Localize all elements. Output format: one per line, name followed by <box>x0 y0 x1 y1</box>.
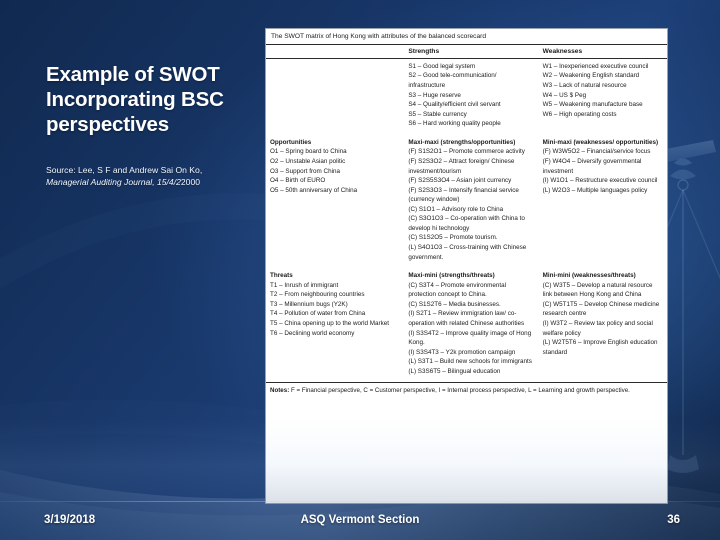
table-row: Opportunities O1 – Spring board to China… <box>266 135 667 268</box>
list-item: (F) S2S5S3O4 – Asian joint currency <box>408 177 512 185</box>
list-item: O3 – Support from China <box>270 167 341 175</box>
source-citation: Source: Lee, S F and Andrew Sai On Ko, M… <box>46 164 264 188</box>
cell-heading-mini-maxi: Mini-maxi (weaknesses/ opportunities) <box>542 138 659 146</box>
list-item: W5 – Weakening manufacture base <box>542 101 643 109</box>
list-item: W1 – Inexperienced executive council <box>542 62 649 70</box>
figure-caption: The SWOT matrix of Hong Kong with attrib… <box>266 29 667 45</box>
list-item: (C) S1S2O5 – Promote tourism. <box>408 234 498 242</box>
list-item: (L) S4O1O3 – Cross-training with Chinese… <box>408 244 527 261</box>
list-item: (F) S2S3O3 – Intensify financial service… <box>408 186 519 204</box>
source-authors: Source: Lee, S F and Andrew Sai On Ko, <box>46 165 203 175</box>
list-item: O2 – Unstable Asian politic <box>270 157 346 165</box>
list-item: (C) S3T4 – Promote environmental protect… <box>408 281 506 299</box>
list-item: (C) S3O1O3 – Co-operation with China to … <box>408 215 525 232</box>
title-block: Example of SWOT Incorporating BSC perspe… <box>46 62 264 188</box>
list-item: (C) S1S2T6 – Media businesses. <box>408 300 501 308</box>
list-item: S6 – Hard working quality people <box>408 120 501 128</box>
list-item: (L) S3T1 – Build new schools for immigra… <box>408 358 532 366</box>
list-item: (I) W3T2 – Review tax policy and social … <box>542 319 653 337</box>
cell-mini-mini: Mini-mini (weaknesses/threats) (C) W3T5 … <box>539 268 667 382</box>
list-item: T5 – China opening up to the world Marke… <box>270 319 390 327</box>
list-item: S1 – Good legal system <box>408 62 476 70</box>
column-header-blank <box>266 44 405 59</box>
cell-weaknesses-list: W1 – Inexperienced executive council W2 … <box>539 58 667 134</box>
figure-notes-text: F = Financial perspective, C = Customer … <box>289 387 630 395</box>
list-item: (C) S1O1 – Advisory role to China <box>408 205 504 213</box>
slide-footer: 3/19/2018 ASQ Vermont Section 36 <box>0 507 720 533</box>
figure-notes: Notes: F = Financial perspective, C = Cu… <box>266 382 667 400</box>
list-item: T4 – Pollution of water from China <box>270 310 366 318</box>
list-item: (F) W3W5O2 – Financial/service focus <box>542 148 651 156</box>
cell-heading-maxi-mini: Maxi-mini (strengths/threats) <box>408 272 495 280</box>
figure-notes-label: Notes: <box>270 387 290 395</box>
column-header-strengths: Strengths <box>404 44 539 59</box>
list-item: (F) S2S3O2 – Attract foreign/ Chinese in… <box>408 157 515 175</box>
cell-strengths-list: S1 – Good legal system S2 – Good tele-co… <box>404 58 538 134</box>
cell-heading-mini-mini: Mini-mini (weaknesses/threats) <box>542 272 636 280</box>
list-item: T6 – Declining world economy <box>270 329 355 337</box>
list-item: O5 – 50th anniversary of China <box>270 186 358 194</box>
list-item: (L) S3S6T5 – Bilingual education <box>408 367 501 375</box>
swot-table: Strengths Weaknesses S1 – Good legal sys… <box>266 44 667 382</box>
column-header-weaknesses: Weaknesses <box>538 44 667 59</box>
list-item: (I) W1O1 – Restructure executive council <box>542 177 658 185</box>
list-item: O1 – Spring board to China <box>270 148 347 156</box>
footer-date: 3/19/2018 <box>44 514 96 526</box>
list-item: W2 – Weakening English standard <box>542 72 640 80</box>
slide-number: 36 <box>667 514 680 526</box>
table-row: Threats T1 – Inrush of immigrant T2 – Fr… <box>266 268 667 382</box>
list-item: W6 – High operating costs <box>542 110 617 118</box>
list-item: (F) W4O4 – Diversify governmental invest… <box>542 157 642 175</box>
list-item: T2 – From neighbouring countries <box>270 291 365 299</box>
list-item: (F) S1S2O1 – Promote commerce activity <box>408 148 525 156</box>
footer-title: ASQ Vermont Section <box>300 514 420 526</box>
list-item: S2 – Good tele-communication/ infrastruc… <box>408 72 497 90</box>
cell-heading-opportunities: Opportunities <box>270 138 312 146</box>
cell-mini-maxi: Mini-maxi (weaknesses/ opportunities) (F… <box>539 135 667 268</box>
list-item: W3 – Lack of natural resource <box>542 82 627 90</box>
list-item: S3 – Huge reserve <box>408 91 461 99</box>
list-item: (C) W5T1T5 – Develop Chinese medicine re… <box>542 300 660 318</box>
list-item: T3 – Millennium bugs (Y2K) <box>270 300 348 308</box>
list-item: W4 – US $ Peg <box>542 91 587 99</box>
list-item: S4 – Quality/efficient civil servant <box>408 101 501 109</box>
cell-maxi-maxi: Maxi-maxi (strengths/opportunities) (F) … <box>404 135 538 268</box>
source-journal: Managerial Auditing Journal, 15/4/22000 <box>46 176 264 188</box>
list-item: (L) W2T5T6 – Improve English education s… <box>542 339 658 356</box>
cell-maxi-mini: Maxi-mini (strengths/threats) (C) S3T4 –… <box>404 268 538 382</box>
list-item: (C) W3T5 – Develop a natural resource li… <box>542 281 653 299</box>
list-item: (I) S2T1 – Review immigration law/ co-op… <box>408 310 525 327</box>
cell-heading-maxi-maxi: Maxi-maxi (strengths/opportunities) <box>408 138 516 146</box>
table-row: S1 – Good legal system S2 – Good tele-co… <box>266 58 667 134</box>
swot-matrix-figure: The SWOT matrix of Hong Kong with attrib… <box>265 28 668 504</box>
list-item: O4 – Birth of EURO <box>270 177 326 185</box>
source-journal-title: Managerial Auditing Journal, 15/4/2 <box>46 177 181 188</box>
cell-threats: Threats T1 – Inrush of immigrant T2 – Fr… <box>266 268 404 382</box>
list-item: S5 – Stable currency <box>408 110 467 118</box>
list-item: (L) W2O3 – Multiple languages policy <box>542 186 648 194</box>
list-item: (I) S3S4T2 – Improve quality image of Ho… <box>408 329 532 347</box>
cell-opportunities: Opportunities O1 – Spring board to China… <box>266 135 404 268</box>
list-item: (I) S3S4T3 – Y2k promotion campaign <box>408 348 516 356</box>
list-item: T1 – Inrush of immigrant <box>270 281 339 289</box>
source-year: 2000 <box>180 177 201 188</box>
presentation-slide: Example of SWOT Incorporating BSC perspe… <box>0 0 720 540</box>
cell-blank-top <box>266 58 404 134</box>
cell-heading-threats: Threats <box>270 272 293 280</box>
page-title: Example of SWOT Incorporating BSC perspe… <box>46 63 224 136</box>
table-header-row: Strengths Weaknesses <box>266 44 667 59</box>
